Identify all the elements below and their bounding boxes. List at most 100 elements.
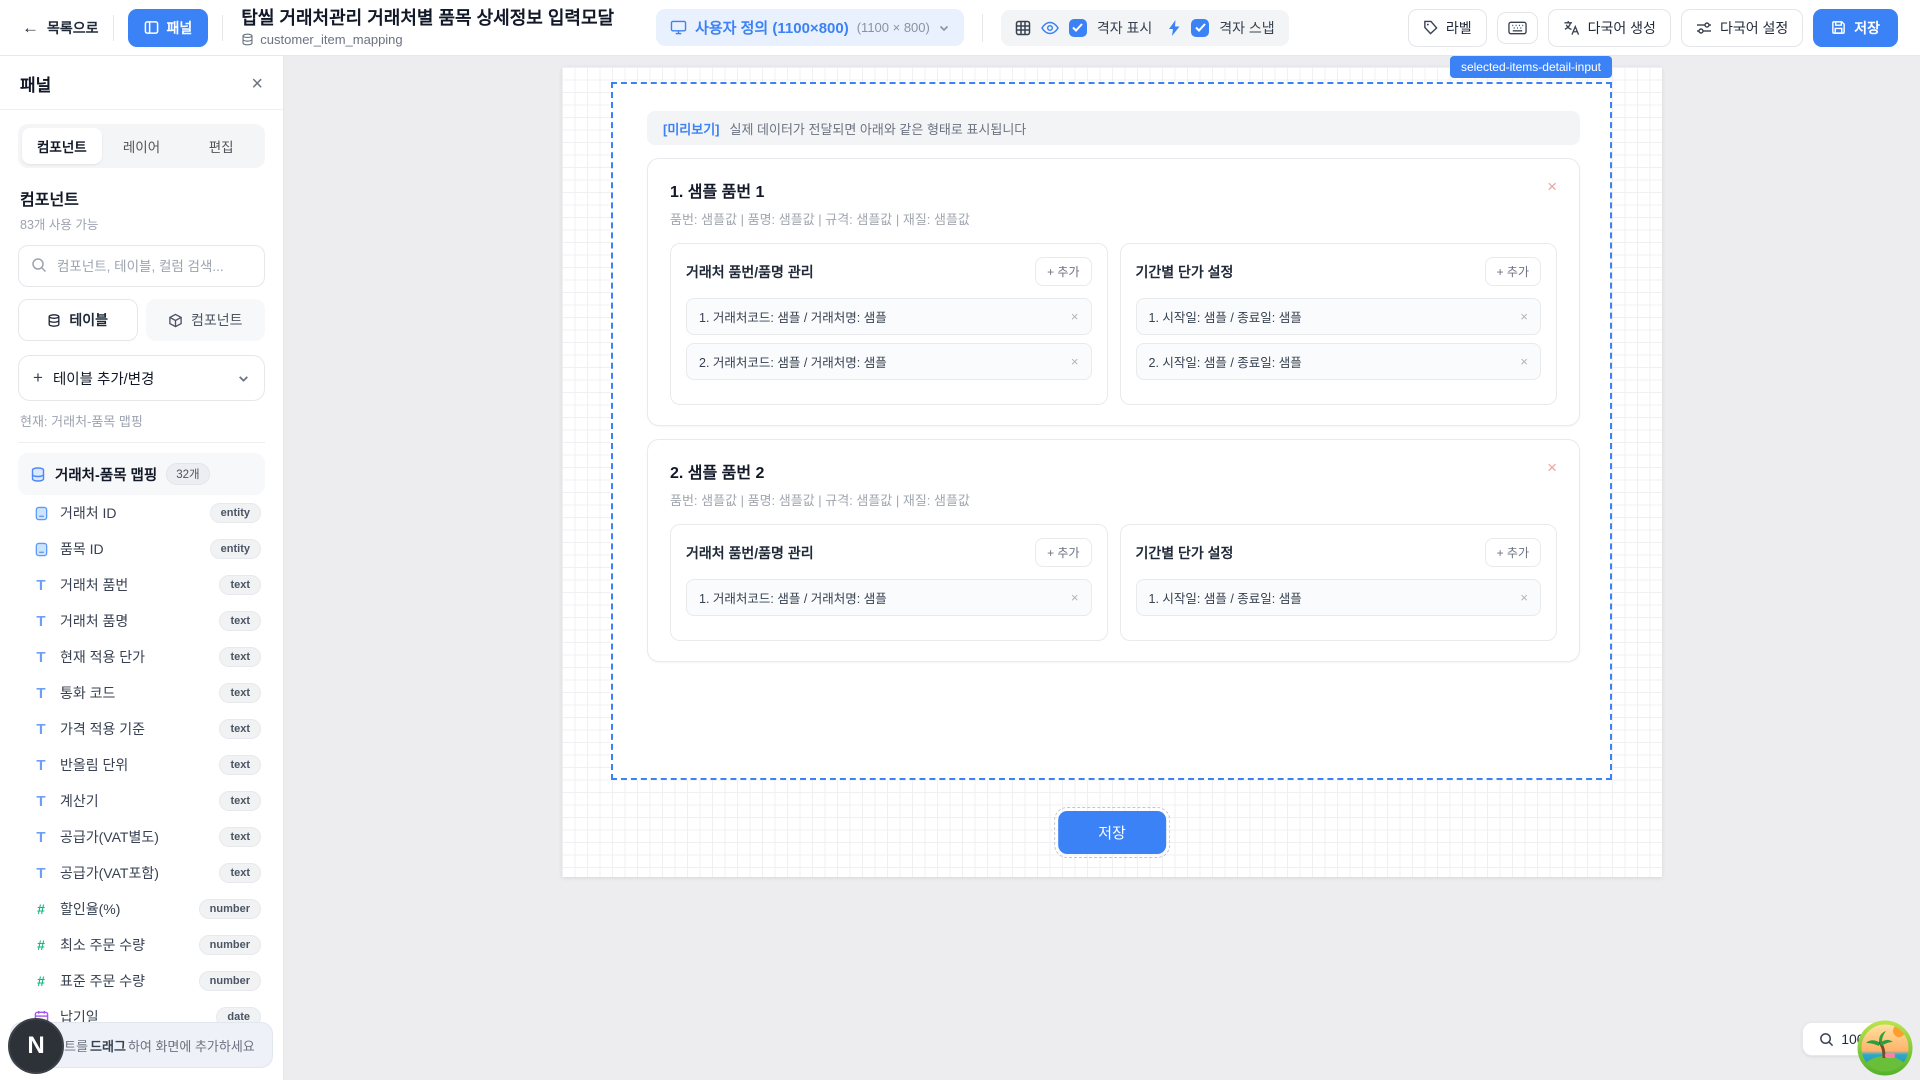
grid-snap-checkbox[interactable]: [1191, 19, 1209, 37]
panel-items: 1. 거래처코드: 샘플 / 거래처명: 샘플 ×: [686, 579, 1092, 616]
add-table-dropdown[interactable]: + 테이블 추가/변경: [18, 355, 265, 401]
selected-component-tag: selected-items-detail-input: [1450, 56, 1612, 78]
app-logo[interactable]: N: [8, 1018, 64, 1074]
panel-item-row[interactable]: 1. 거래처코드: 샘플 / 거래처명: 샘플 ×: [686, 579, 1092, 616]
item-close-icon[interactable]: ×: [1520, 354, 1528, 369]
card-close-icon[interactable]: ×: [1547, 178, 1557, 195]
item-close-icon[interactable]: ×: [1520, 590, 1528, 605]
search-input[interactable]: [18, 245, 265, 287]
field-type-badge: text: [219, 575, 261, 595]
chevron-down-icon: [938, 22, 950, 34]
field-list-item[interactable]: T # 공급가(VAT별도) text: [18, 819, 265, 855]
item-close-icon[interactable]: ×: [1071, 590, 1079, 605]
top-toolbar: ← 목록으로 패널 탑씰 거래처관리 거래처별 품목 상세정보 입력모달 cus…: [0, 0, 1920, 56]
viewport-size: (1100 × 800): [857, 20, 930, 35]
i18n-settings-label: 다국어 설정: [1720, 18, 1788, 38]
preview-text: 실제 데이터가 전달되면 아래와 같은 형태로 표시됩니다: [730, 119, 1027, 138]
tab-edit[interactable]: 편집: [181, 128, 261, 164]
item-close-icon[interactable]: ×: [1071, 354, 1079, 369]
i18n-generate-label: 다국어 생성: [1588, 18, 1656, 38]
field-type-badge: number: [199, 971, 261, 991]
grid-settings-group: 격자 표시 격자 스냅: [1001, 10, 1289, 46]
field-name: 최소 주문 수량: [60, 935, 189, 955]
design-canvas[interactable]: [미리보기] 실제 데이터가 전달되면 아래와 같은 형태로 표시됩니다 1. …: [562, 67, 1662, 877]
add-table-label: 테이블 추가/변경: [53, 368, 154, 389]
plus-icon: +: [33, 368, 43, 388]
canvas-save-button[interactable]: 저장: [1058, 811, 1166, 854]
viewport-size-select[interactable]: 사용자 정의 (1100×800) (1100 × 800): [656, 9, 964, 46]
field-list-item[interactable]: T # 현재 적용 단가 text: [18, 639, 265, 675]
table-row[interactable]: 거래처-품목 맵핑 32개: [18, 453, 265, 495]
panel-item-text: 1. 거래처코드: 샘플 / 거래처명: 샘플: [699, 307, 1071, 326]
database-icon: [241, 33, 254, 46]
page-title: 탑씰 거래처관리 거래처별 품목 상세정보 입력모달: [241, 8, 614, 29]
item-close-icon[interactable]: ×: [1071, 309, 1079, 324]
text-type-icon: T: [32, 757, 50, 774]
field-list-item[interactable]: T # 거래처 품번 text: [18, 567, 265, 603]
card-close-icon[interactable]: ×: [1547, 459, 1557, 476]
column-count-badge: 32개: [166, 463, 209, 485]
i18n-settings-button[interactable]: 다국어 설정: [1681, 9, 1803, 47]
panel-item-row[interactable]: 2. 시작일: 샘플 / 종료일: 샘플 ×: [1136, 343, 1542, 380]
editor-main-area: [미리보기] 실제 데이터가 전달되면 아래와 같은 형태로 표시됩니다 1. …: [284, 56, 1920, 1080]
panel-toggle-button[interactable]: 패널: [128, 9, 209, 47]
item-close-icon[interactable]: ×: [1520, 309, 1528, 324]
field-list-item[interactable]: T # 거래처 품명 text: [18, 603, 265, 639]
close-icon[interactable]: ×: [251, 74, 263, 94]
field-list-item[interactable]: T # 공급가(VAT포함) text: [18, 855, 265, 891]
drag-hint-suffix: 하여 화면에 추가하세요: [128, 1036, 255, 1055]
i18n-generate-button[interactable]: 다국어 생성: [1548, 9, 1671, 47]
field-list-item[interactable]: T # 가격 적용 기준 text: [18, 711, 265, 747]
back-to-list-button[interactable]: ← 목록으로: [22, 18, 99, 38]
components-section-title: 컴포넌트: [20, 186, 263, 210]
field-list-item[interactable]: T # 표준 주문 수량 number: [18, 963, 265, 999]
panel-item-row[interactable]: 2. 거래처코드: 샘플 / 거래처명: 샘플 ×: [686, 343, 1092, 380]
text-type-icon: T: [32, 685, 50, 702]
field-name: 통화 코드: [60, 683, 209, 703]
field-rows: T # 거래처 ID entity T # 품목 ID entity T # 거…: [18, 495, 265, 1071]
card-title: 1. 샘플 품번 1: [670, 178, 1547, 202]
viewport-label: 사용자 정의 (1100×800): [695, 17, 849, 38]
item-cards: 1. 샘플 품번 1 × 품번: 샘플값 | 품명: 샘플값 | 규격: 샘플값…: [647, 158, 1580, 662]
island-avatar[interactable]: [1857, 1020, 1913, 1076]
toggle-components[interactable]: 컴포넌트: [146, 299, 266, 341]
text-type-icon: T: [32, 793, 50, 810]
text-type-icon: T: [32, 829, 50, 846]
table-name: 거래처-품목 맵핑: [55, 464, 157, 485]
save-button[interactable]: 저장: [1813, 9, 1898, 47]
panel-item-row[interactable]: 1. 거래처코드: 샘플 / 거래처명: 샘플 ×: [686, 298, 1092, 335]
panel-items: 1. 거래처코드: 샘플 / 거래처명: 샘플 × 2. 거래처코드: 샘플 /…: [686, 298, 1092, 380]
panel-item-row[interactable]: 1. 시작일: 샘플 / 종료일: 샘플 ×: [1136, 298, 1542, 335]
divider: [982, 14, 983, 42]
panel-add-button[interactable]: + 추가: [1035, 538, 1091, 567]
field-type-badge: number: [199, 935, 261, 955]
panel-add-button[interactable]: + 추가: [1485, 538, 1541, 567]
panel-item-row[interactable]: 1. 시작일: 샘플 / 종료일: 샘플 ×: [1136, 579, 1542, 616]
panel-button-label: 패널: [167, 18, 193, 38]
field-name: 할인율(%): [60, 899, 189, 919]
field-list-item[interactable]: T # 계산기 text: [18, 783, 265, 819]
field-list-item[interactable]: T # 할인율(%) number: [18, 891, 265, 927]
keyboard-shortcuts-button[interactable]: [1497, 12, 1538, 44]
toggle-tables[interactable]: 테이블: [18, 299, 138, 341]
monitor-icon: [670, 20, 687, 35]
panel-add-button[interactable]: + 추가: [1035, 257, 1091, 286]
grid-show-checkbox[interactable]: [1069, 19, 1087, 37]
translate-icon: [1563, 20, 1580, 36]
card-subtitle: 품번: 샘플값 | 품명: 샘플값 | 규격: 샘플값 | 재질: 샘플값: [670, 490, 1557, 509]
panel-item-text: 2. 시작일: 샘플 / 종료일: 샘플: [1149, 352, 1521, 371]
grid-show-label: 격자 표시: [1097, 18, 1152, 38]
label-button[interactable]: 라벨: [1408, 9, 1487, 47]
field-list-item[interactable]: T # 최소 주문 수량 number: [18, 927, 265, 963]
number-type-icon: #: [32, 937, 50, 953]
panel-title: 거래처 품번/품명 관리: [686, 543, 1035, 563]
field-list-item[interactable]: T # 품목 ID entity: [18, 531, 265, 567]
panel-add-button[interactable]: + 추가: [1485, 257, 1541, 286]
field-name: 거래처 품번: [60, 575, 209, 595]
field-list-item[interactable]: T # 거래처 ID entity: [18, 495, 265, 531]
field-list-item[interactable]: T # 통화 코드 text: [18, 675, 265, 711]
tab-components[interactable]: 컴포넌트: [22, 128, 102, 164]
tab-layers[interactable]: 레이어: [102, 128, 182, 164]
selected-component-outline[interactable]: [미리보기] 실제 데이터가 전달되면 아래와 같은 형태로 표시됩니다 1. …: [611, 82, 1612, 780]
field-list-item[interactable]: T # 반올림 단위 text: [18, 747, 265, 783]
